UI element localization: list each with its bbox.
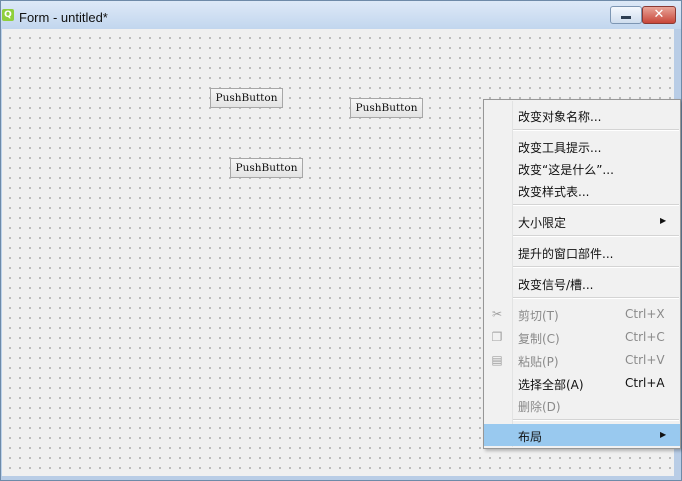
menu-item-label: 选择全部(A) (518, 378, 584, 392)
menu-item-layout[interactable]: 布局 ▶ (484, 424, 680, 446)
menu-item-label: 布局 (518, 430, 543, 444)
menu-item-size-constraints[interactable]: 大小限定 ▶ (484, 210, 680, 232)
close-button[interactable]: ✕ (642, 6, 676, 24)
push-button[interactable]: PushButton (230, 158, 303, 178)
menu-separator (513, 419, 679, 421)
menu-item-label: 改变对象名称... (518, 110, 602, 124)
minimize-button[interactable] (610, 6, 642, 24)
paste-icon: ▤ (491, 353, 503, 367)
window-title: Form - untitled* (19, 10, 108, 25)
menu-separator (513, 129, 679, 131)
menu-item-paste[interactable]: ▤ 粘贴(P) Ctrl+V (484, 349, 680, 371)
submenu-arrow-icon: ▶ (660, 216, 667, 225)
menu-separator (513, 204, 679, 206)
menu-item-label: 改变信号/槽... (518, 278, 594, 292)
menu-item-shortcut: Ctrl+A (625, 376, 665, 390)
copy-icon: ❐ (491, 330, 503, 344)
menu-item-label: 删除(D) (518, 400, 561, 414)
menu-item-change-signals-slots[interactable]: 改变信号/槽... (484, 272, 680, 294)
menu-separator (513, 235, 679, 237)
push-button[interactable]: PushButton (350, 98, 423, 118)
submenu-arrow-icon: ▶ (660, 430, 667, 439)
menu-item-cut[interactable]: ✂ 剪切(T) Ctrl+X (484, 303, 680, 325)
menu-item-change-object-name[interactable]: 改变对象名称... (484, 104, 680, 126)
menu-item-promote-widget[interactable]: 提升的窗口部件... (484, 241, 680, 263)
window-border-bottom (1, 476, 681, 480)
qt-designer-icon: Q (2, 9, 14, 21)
menu-item-delete[interactable]: 删除(D) (484, 394, 680, 416)
menu-item-label: 改变“这是什么”... (518, 163, 614, 177)
menu-separator (513, 266, 679, 268)
menu-item-select-all[interactable]: 选择全部(A) Ctrl+A (484, 372, 680, 394)
menu-item-change-tooltip[interactable]: 改变工具提示... (484, 135, 680, 157)
menu-item-label: 剪切(T) (518, 309, 559, 323)
menu-item-label: 改变样式表... (518, 185, 590, 199)
menu-item-shortcut: Ctrl+V (625, 353, 665, 367)
minimize-icon (621, 16, 631, 19)
menu-item-copy[interactable]: ❐ 复制(C) Ctrl+C (484, 326, 680, 348)
scissors-icon: ✂ (491, 307, 503, 321)
menu-item-shortcut: Ctrl+C (625, 330, 665, 344)
menu-item-change-stylesheet[interactable]: 改变样式表... (484, 179, 680, 201)
menu-item-shortcut: Ctrl+X (625, 307, 665, 321)
push-button[interactable]: PushButton (210, 88, 283, 108)
menu-item-label: 提升的窗口部件... (518, 247, 614, 261)
context-menu: 改变对象名称... 改变工具提示... 改变“这是什么”... 改变样式表...… (483, 99, 681, 449)
menu-item-label: 粘贴(P) (518, 355, 559, 369)
menu-item-label: 复制(C) (518, 332, 560, 346)
menu-item-change-whats-this[interactable]: 改变“这是什么”... (484, 157, 680, 179)
menu-item-label: 大小限定 (518, 216, 567, 230)
menu-separator (513, 297, 679, 299)
menu-item-label: 改变工具提示... (518, 141, 602, 155)
title-bar[interactable]: Q Form - untitled* ✕ (1, 1, 681, 29)
